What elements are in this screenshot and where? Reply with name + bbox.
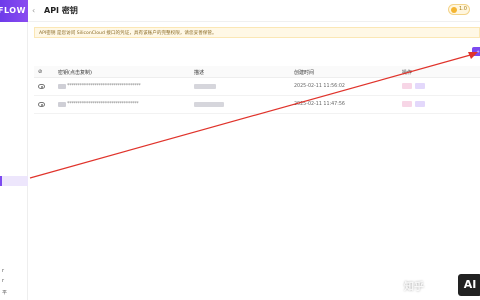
watermark-badge: AI	[458, 274, 480, 296]
logo-text: FLOW	[0, 6, 26, 15]
header-toggle-visibility[interactable]: ⊘	[38, 69, 42, 75]
watermark: 知乎 AI	[404, 272, 480, 300]
app-window: FLOW r r 平 ‹ API 密钥 1.0 API密钥 是您访问 Silic…	[0, 0, 480, 300]
api-key-value[interactable]: **********************************	[67, 102, 139, 107]
edit-button[interactable]	[415, 101, 425, 107]
created-at: 2025-02-11 11:47:56	[294, 102, 345, 107]
eye-icon[interactable]	[38, 102, 45, 107]
logo[interactable]: FLOW	[0, 0, 28, 22]
delete-button[interactable]	[402, 101, 412, 107]
description-redacted	[194, 102, 224, 107]
sidebar-item-1[interactable]: r	[2, 268, 4, 274]
sidebar: FLOW r r 平	[0, 0, 28, 300]
key-prefix-redacted	[58, 102, 66, 107]
page-title: API 密钥	[44, 6, 78, 15]
delete-button[interactable]	[402, 83, 412, 89]
back-icon[interactable]: ‹	[32, 5, 40, 17]
notice-text: API密钥 是您访问 SiliconCloud 接口的凭证，具有该账户的完整权限…	[39, 31, 217, 36]
credit-badge[interactable]: 1.0	[448, 4, 470, 15]
description-redacted	[194, 84, 216, 89]
sidebar-item-3[interactable]: 平	[2, 289, 7, 296]
header-created-at: 创建时间	[294, 70, 315, 76]
edit-button[interactable]	[415, 83, 425, 89]
create-key-button[interactable]: +	[472, 47, 480, 56]
header: ‹ API 密钥 1.0	[28, 0, 480, 22]
annotation-arrow	[29, 52, 478, 179]
table-row: ********************************** 2025-…	[34, 96, 480, 114]
sidebar-item-2[interactable]: r	[2, 278, 4, 284]
credit-value: 1.0	[459, 6, 467, 12]
api-key-value[interactable]: ***********************************	[67, 84, 141, 89]
sidebar-item-api-keys[interactable]	[0, 176, 28, 186]
header-actions: 操作	[402, 70, 413, 76]
table-header: ⊘ 密钥(点击复制) 描述 创建时间 操作	[34, 66, 480, 78]
table-row: *********************************** 2025…	[34, 78, 480, 96]
header-description: 描述	[194, 70, 205, 76]
header-key: 密钥(点击复制)	[58, 70, 92, 76]
coin-icon	[451, 7, 457, 13]
eye-icon[interactable]	[38, 84, 45, 89]
notice-bar: API密钥 是您访问 SiliconCloud 接口的凭证，具有该账户的完整权限…	[34, 27, 480, 38]
created-at: 2025-02-11 11:56:02	[294, 84, 345, 89]
key-prefix-redacted	[58, 84, 66, 89]
watermark-text: 知乎	[404, 282, 424, 293]
